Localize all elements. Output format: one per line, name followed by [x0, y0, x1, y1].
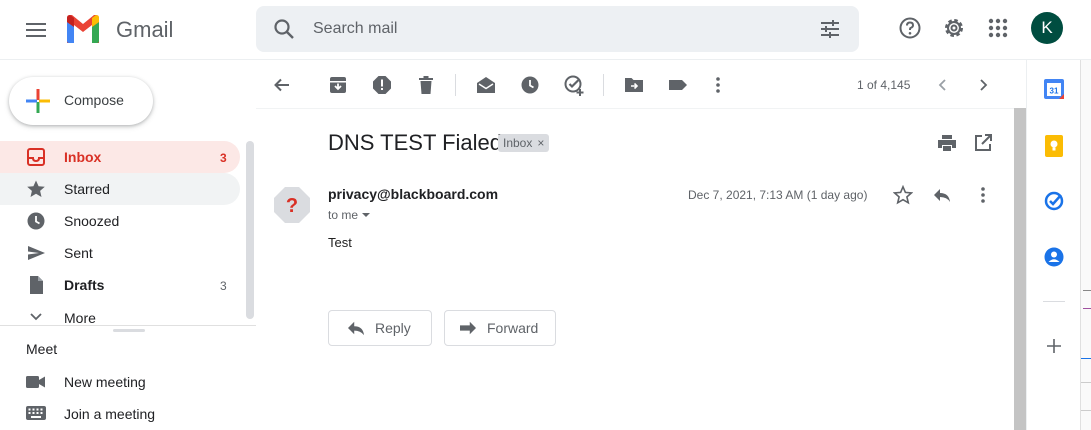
reply-icon[interactable]: [932, 185, 952, 205]
sender-email[interactable]: privacy@blackboard.com: [328, 186, 498, 202]
meet-section-title: Meet: [26, 341, 58, 357]
search-icon[interactable]: [272, 17, 296, 41]
resize-handle[interactable]: [113, 329, 145, 332]
reply-label: Reply: [375, 320, 411, 336]
unknown-sender-avatar: ?: [273, 186, 311, 224]
sidebar-item-snoozed[interactable]: [0, 205, 240, 237]
divider: [0, 325, 256, 326]
sidebar-item-sent[interactable]: [0, 237, 240, 269]
sidebar-item-label: Starred: [64, 181, 110, 197]
more-vert-icon[interactable]: [973, 185, 993, 205]
sidebar-item-drafts[interactable]: [0, 269, 240, 301]
mark-unread-icon[interactable]: [476, 75, 496, 95]
email-subject: DNS TEST Fialed: [328, 130, 503, 155]
divider: [256, 108, 1014, 109]
caret-down-icon[interactable]: [361, 210, 371, 220]
keyboard-icon: [26, 406, 46, 420]
contacts-icon[interactable]: [1044, 247, 1064, 267]
new-meeting-link[interactable]: New meeting: [64, 374, 146, 390]
gmail-logo-icon[interactable]: [64, 14, 102, 44]
sidebar-scrollbar[interactable]: [246, 141, 254, 319]
move-to-icon[interactable]: [624, 75, 644, 95]
email-body: Test: [328, 235, 352, 250]
chevron-right-icon[interactable]: [973, 75, 993, 95]
tasks-icon[interactable]: [1044, 191, 1064, 211]
forward-label: Forward: [487, 320, 539, 336]
sidebar-item-label: Inbox: [64, 149, 102, 165]
search-input[interactable]: Search mail: [313, 20, 397, 38]
toolbar-divider: [455, 74, 456, 96]
reply-button[interactable]: Reply: [328, 310, 432, 346]
remove-label-icon[interactable]: ×: [537, 136, 544, 150]
star-icon: [26, 179, 46, 199]
compose-label: Compose: [64, 92, 124, 108]
inbox-icon: [26, 147, 46, 167]
trash-icon[interactable]: [416, 75, 436, 95]
star-outline-icon[interactable]: [893, 185, 913, 205]
forward-button[interactable]: Forward: [444, 310, 556, 346]
join-meeting-link[interactable]: Join a meeting: [64, 406, 155, 422]
main-scrollbar[interactable]: [1014, 108, 1026, 430]
gear-icon[interactable]: [942, 16, 966, 40]
video-icon: [26, 375, 46, 389]
app-title[interactable]: Gmail: [116, 17, 173, 43]
print-icon[interactable]: [937, 133, 957, 153]
toolbar-divider: [603, 74, 604, 96]
chevron-left-icon[interactable]: [933, 75, 953, 95]
snooze-icon[interactable]: [520, 75, 540, 95]
main-menu-icon[interactable]: [20, 14, 52, 46]
back-arrow-icon[interactable]: [272, 75, 292, 95]
label-chip: Inbox ×: [498, 134, 550, 152]
add-to-tasks-icon[interactable]: [564, 75, 584, 96]
keep-icon[interactable]: [1044, 135, 1064, 157]
add-addon-icon[interactable]: [1044, 336, 1064, 356]
recipient-text: to me: [328, 208, 359, 222]
window-edge: [1080, 60, 1091, 430]
report-spam-icon[interactable]: [372, 75, 392, 95]
unread-count: 3: [220, 151, 227, 165]
label-icon[interactable]: [668, 75, 688, 95]
help-icon[interactable]: [898, 16, 922, 40]
side-panel: [1026, 60, 1080, 430]
calendar-day: 31: [1050, 87, 1059, 96]
open-in-new-window-icon[interactable]: [973, 133, 993, 153]
divider: [1043, 301, 1065, 302]
label-chip-text: Inbox: [503, 136, 533, 150]
archive-icon[interactable]: [328, 75, 348, 95]
svg-text:?: ?: [286, 195, 298, 217]
calendar-icon[interactable]: 31: [1044, 79, 1064, 99]
sidebar-item-more[interactable]: [0, 302, 240, 324]
more-vert-icon[interactable]: [708, 75, 728, 95]
pagination-text: 1 of 4,145: [857, 78, 911, 92]
account-avatar[interactable]: K: [1031, 12, 1063, 44]
plus-icon: [26, 89, 50, 113]
forward-icon: [459, 320, 477, 336]
apps-grid-icon[interactable]: [987, 17, 1009, 39]
recipient-details[interactable]: to me: [328, 208, 371, 222]
search-options-icon[interactable]: [819, 18, 841, 40]
email-date: Dec 7, 2021, 7:13 AM (1 day ago): [688, 188, 868, 202]
reply-icon: [347, 320, 365, 336]
